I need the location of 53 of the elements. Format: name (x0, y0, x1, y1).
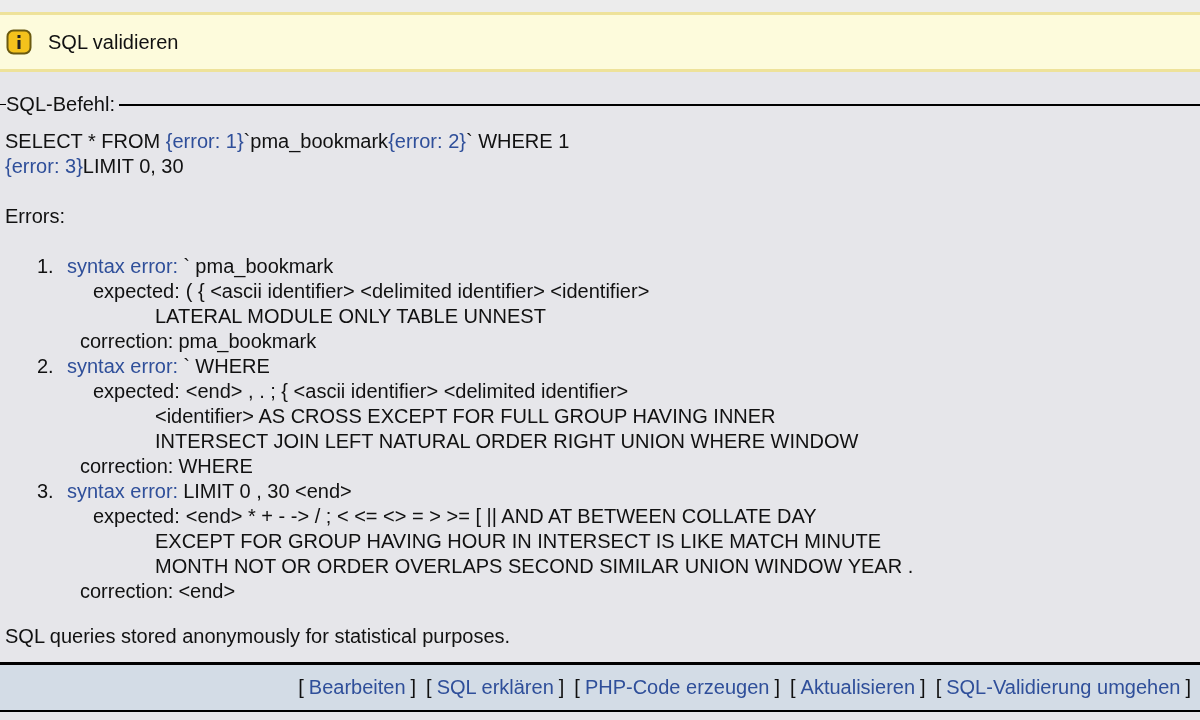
expected-text: <identifier> AS CROSS EXCEPT FOR FULL GROUP HAVING INNER (155, 405, 776, 427)
expected-label: expected: (93, 279, 180, 304)
bracket: ] (774, 675, 780, 700)
footer-link[interactable]: Bearbeiten (308, 675, 406, 700)
correction-label: correction: (80, 329, 174, 354)
error-token: ` pma_bookmark (183, 254, 334, 279)
storage-note: SQL queries stored anonymously for statistical purposes. (5, 624, 511, 649)
expected-text: INTERSECT JOIN LEFT NATURAL ORDER RIGHT UNION WHERE WINDOW (155, 430, 859, 452)
error-token: ` WHERE (183, 354, 270, 379)
correction-label: correction: (80, 454, 174, 479)
expected-text: MONTH NOT OR ORDER OVERLAPS SECOND SIMILAR UNION WINDOW YEAR . (155, 555, 914, 577)
query-text: ` WHERE 1 (465, 130, 570, 152)
bracket: [ (298, 675, 304, 700)
expected-text: ( { <ascii identifier> <delimited identifier> <identifier> (185, 279, 650, 304)
error-number: 2. (37, 354, 55, 379)
error-marker: {error: 3} (5, 155, 83, 177)
bracket: [ (790, 675, 796, 700)
footer-link[interactable]: Aktualisieren (800, 675, 916, 700)
error-label: syntax error: (67, 479, 179, 504)
error-number: 1. (37, 254, 55, 279)
correction-value: <end> (178, 579, 236, 604)
query-text: LIMIT 0, 30 (82, 155, 184, 177)
correction-value: WHERE (178, 454, 253, 479)
notice-title: SQL validieren (48, 29, 179, 55)
footer-link[interactable]: SQL erklären (436, 675, 554, 700)
expected-text: <end> , . ; { <ascii identifier> <delimited identifier> (185, 379, 629, 404)
error-token: LIMIT 0 , 30 <end> (183, 479, 352, 504)
footer-link[interactable]: SQL-Validierung umgehen (946, 675, 1181, 700)
expected-text: <end> * + - -> / ; < <= <> = > >= [ || AND AT BETWEEN COLLATE DAY (185, 504, 817, 529)
bracket: [ (426, 675, 432, 700)
error-marker: {error: 2} (388, 130, 466, 152)
expected-text: EXCEPT FOR GROUP HAVING HOUR IN INTERSECT IS LIKE MATCH MINUTE (155, 530, 881, 552)
correction-label: correction: (80, 579, 174, 604)
footer-link[interactable]: PHP-Code erzeugen (584, 675, 770, 700)
bracket: ] (410, 675, 417, 700)
fieldset-legend: SQL-Befehl: (6, 92, 115, 117)
bracket: ] (920, 675, 926, 700)
correction-value: pma_bookmark (178, 329, 317, 354)
bracket: ] (558, 675, 565, 700)
query-text: `pma_bookmark (243, 130, 389, 152)
expected-label: expected: (93, 379, 180, 404)
expected-label: expected: (93, 504, 180, 529)
error-marker: {error: 1} (165, 130, 244, 152)
errors-heading: Errors: (5, 204, 65, 229)
bracket: [ (574, 675, 580, 700)
error-number: 3. (37, 479, 55, 504)
info-icon (6, 29, 32, 55)
error-label: syntax error: (67, 354, 179, 379)
error-label: syntax error: (67, 254, 179, 279)
expected-text: LATERAL MODULE ONLY TABLE UNNEST (155, 305, 546, 327)
bracket: [ (935, 675, 942, 700)
query-text: SELECT * FROM (5, 130, 162, 152)
bracket: ] (1185, 675, 1191, 700)
